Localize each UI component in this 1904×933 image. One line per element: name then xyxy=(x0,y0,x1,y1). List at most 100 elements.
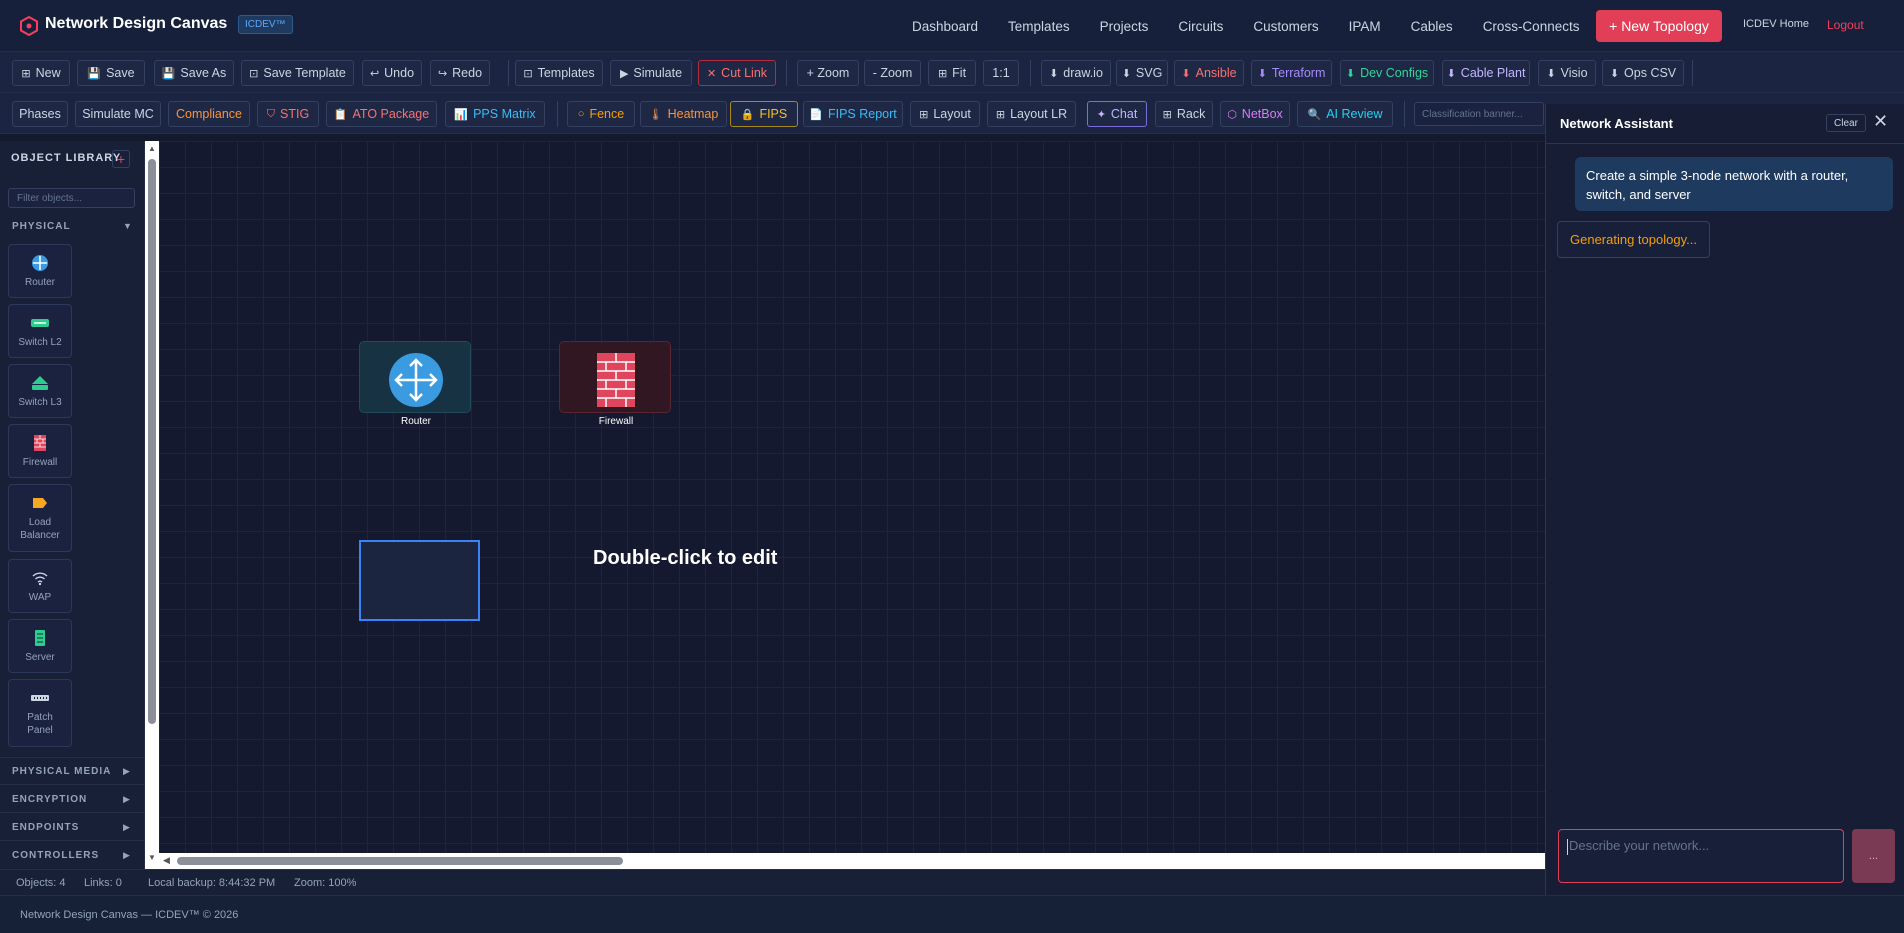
play-icon: ▶ xyxy=(619,67,629,80)
phases-button[interactable]: Phases xyxy=(12,101,68,127)
stig-button[interactable]: ⛉ STIG xyxy=(257,101,319,127)
nav-dashboard[interactable]: Dashboard xyxy=(912,19,978,34)
ato-package-button[interactable]: 📋 ATO Package xyxy=(326,101,437,127)
close-icon[interactable]: ✕ xyxy=(1873,111,1888,132)
category-encryption[interactable]: ENCRYPTION xyxy=(12,794,87,805)
library-item-switch-l3[interactable]: Switch L3 xyxy=(8,364,72,418)
nav-circuits[interactable]: Circuits xyxy=(1178,19,1223,34)
caret-right-icon[interactable]: ▶ xyxy=(123,822,130,833)
cut-link-button[interactable]: ✕ Cut Link xyxy=(698,60,776,86)
templates-button[interactable]: ⊡ Templates xyxy=(515,60,603,86)
nav-cross-connects[interactable]: Cross-Connects xyxy=(1483,19,1580,34)
scrollbar-thumb[interactable] xyxy=(177,857,623,865)
undo-button[interactable]: ↩ Undo xyxy=(362,60,422,86)
netbox-button[interactable]: ⬡ NetBox xyxy=(1220,101,1290,127)
download-icon: ⬇ xyxy=(1121,67,1131,80)
export-svg-button[interactable]: ⬇ SVG xyxy=(1116,60,1168,86)
caret-right-icon[interactable]: ▶ xyxy=(123,794,130,805)
nav-cables[interactable]: Cables xyxy=(1411,19,1453,34)
save-icon: 💾 xyxy=(87,67,102,80)
caret-right-icon[interactable]: ▶ xyxy=(123,766,130,777)
add-object-button[interactable]: + xyxy=(112,150,130,168)
scroll-down-icon[interactable]: ▼ xyxy=(148,853,156,862)
category-controllers[interactable]: CONTROLLERS xyxy=(12,850,99,861)
fips-button[interactable]: 🔒 FIPS xyxy=(730,101,798,127)
actual-size-button[interactable]: 1:1 xyxy=(983,60,1019,86)
library-item-server[interactable]: Server xyxy=(8,619,72,673)
firewall-icon xyxy=(33,433,47,453)
clear-chat-button[interactable]: Clear xyxy=(1826,114,1866,132)
send-button[interactable]: ... xyxy=(1852,829,1895,883)
nav-ipam[interactable]: IPAM xyxy=(1349,19,1381,34)
selected-text-box[interactable] xyxy=(359,540,480,621)
zoom-in-button[interactable]: + Zoom xyxy=(797,60,859,86)
heatmap-button[interactable]: 🌡 Heatmap xyxy=(640,101,727,127)
nav-customers[interactable]: Customers xyxy=(1253,19,1318,34)
design-canvas[interactable]: Router Firewall Double-click to edit xyxy=(159,141,1545,853)
logout-link[interactable]: Logout xyxy=(1827,18,1864,32)
library-item-switch-l2[interactable]: Switch L2 xyxy=(8,304,72,358)
layout-button[interactable]: ⊞ Layout xyxy=(910,101,980,127)
library-item-wap[interactable]: WAP xyxy=(8,559,72,613)
nav-projects[interactable]: Projects xyxy=(1100,19,1149,34)
canvas-node-router[interactable]: Router xyxy=(359,341,471,427)
fips-report-button[interactable]: 📄 FIPS Report xyxy=(803,101,903,127)
sidebar-scrollbar[interactable]: ▲ ▼ xyxy=(145,141,159,869)
scroll-left-icon[interactable]: ◀ xyxy=(163,855,170,866)
caret-right-icon[interactable]: ▶ xyxy=(123,850,130,861)
nav-templates[interactable]: Templates xyxy=(1008,19,1070,34)
export-dev-configs-button[interactable]: ⬇ Dev Configs xyxy=(1340,60,1434,86)
canvas-node-firewall[interactable]: Firewall xyxy=(559,341,671,427)
report-icon: 📄 xyxy=(809,108,823,121)
category-physical[interactable]: PHYSICAL xyxy=(12,221,71,232)
category-endpoints[interactable]: ENDPOINTS xyxy=(12,822,79,833)
canvas-text-label[interactable]: Double-click to edit xyxy=(593,547,777,570)
fence-button[interactable]: ○ Fence xyxy=(567,101,635,127)
library-item-load-balancer[interactable]: Load Balancer xyxy=(8,484,72,552)
library-item-firewall[interactable]: Firewall xyxy=(8,424,72,478)
fit-button[interactable]: ⊞ Fit xyxy=(928,60,976,86)
export-terraform-button[interactable]: ⬇ Terraform xyxy=(1251,60,1332,86)
compliance-button[interactable]: Compliance xyxy=(168,101,250,127)
classification-banner-input[interactable]: Classification banner... xyxy=(1414,102,1544,126)
template-icon: ⊡ xyxy=(249,67,259,80)
zoom-out-button[interactable]: - Zoom xyxy=(864,60,921,86)
layout-lr-button[interactable]: ⊞ Layout LR xyxy=(987,101,1076,127)
save-as-button[interactable]: 💾 Save As xyxy=(154,60,234,86)
chat-input[interactable]: Describe your network... xyxy=(1558,829,1844,883)
save-template-button[interactable]: ⊡ Save Template xyxy=(241,60,354,86)
pps-matrix-button[interactable]: 📊 PPS Matrix xyxy=(445,101,545,127)
new-topology-button[interactable]: + New Topology xyxy=(1596,10,1722,42)
chat-button[interactable]: ✦ Chat xyxy=(1087,101,1147,127)
export-drawio-button[interactable]: ⬇ draw.io xyxy=(1041,60,1111,86)
download-icon: ⬇ xyxy=(1609,67,1620,80)
scroll-up-icon[interactable]: ▲ xyxy=(148,144,156,153)
library-item-router[interactable]: Router xyxy=(8,244,72,298)
caret-down-icon[interactable]: ▼ xyxy=(123,221,132,231)
assistant-title: Network Assistant xyxy=(1560,116,1673,131)
redo-button[interactable]: ↪ Redo xyxy=(430,60,490,86)
download-icon: ⬇ xyxy=(1546,67,1556,80)
toolbar-divider xyxy=(557,101,558,127)
new-button[interactable]: ⊞ New xyxy=(12,60,70,86)
library-item-patch-panel[interactable]: Patch Panel xyxy=(8,679,72,747)
scrollbar-thumb[interactable] xyxy=(148,159,156,724)
fit-icon: ⊞ xyxy=(937,67,948,80)
canvas-horizontal-scrollbar[interactable]: ◀ xyxy=(159,853,1545,869)
shield-icon: ⛉ xyxy=(266,107,276,120)
export-cable-plant-button[interactable]: ⬇ Cable Plant xyxy=(1442,60,1530,86)
export-visio-button[interactable]: ⬇ Visio xyxy=(1538,60,1596,86)
category-physical-media[interactable]: PHYSICAL MEDIA xyxy=(12,766,111,777)
download-icon: ⬇ xyxy=(1446,67,1456,80)
ai-review-button[interactable]: 🔍 AI Review xyxy=(1297,101,1393,127)
export-ansible-button[interactable]: ⬇ Ansible xyxy=(1174,60,1244,86)
simulate-button[interactable]: ▶ Simulate xyxy=(610,60,692,86)
category-divider xyxy=(0,812,144,813)
app-badge: ICDEV™ xyxy=(238,15,293,34)
export-ops-csv-button[interactable]: ⬇ Ops CSV xyxy=(1602,60,1684,86)
simulate-mc-button[interactable]: Simulate MC xyxy=(75,101,161,127)
filter-objects-input[interactable]: Filter objects... xyxy=(8,188,135,208)
icdev-home-link[interactable]: ICDEV Home xyxy=(1743,18,1809,30)
rack-button[interactable]: ⊞ Rack xyxy=(1155,101,1213,127)
save-button[interactable]: 💾 Save xyxy=(77,60,145,86)
